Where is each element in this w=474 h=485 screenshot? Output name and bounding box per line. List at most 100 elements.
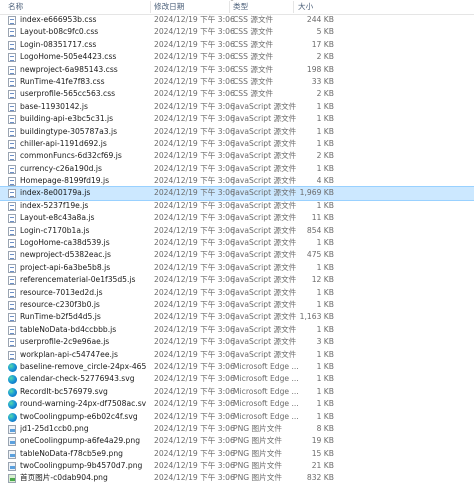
file-row[interactable]: tableNoData-bd4ccbbb.js 2024/12/19 下午 3:0… bbox=[0, 324, 474, 336]
file-size: 198 KB bbox=[306, 64, 334, 74]
file-type: PNG 图片文件 bbox=[233, 436, 282, 446]
file-size: 1 KB bbox=[316, 262, 334, 272]
file-row[interactable]: workplan-api-c54747ee.js 2024/12/19 下午 3:… bbox=[0, 349, 474, 361]
file-modified-date: 2024/12/19 下午 3:06 bbox=[154, 361, 235, 371]
file-type: PNG 图片文件 bbox=[233, 423, 282, 433]
column-divider[interactable] bbox=[293, 1, 294, 13]
file-size: 1 KB bbox=[316, 299, 334, 309]
file-size: 1 KB bbox=[316, 101, 334, 111]
file-row[interactable]: building-api-e3bc5c31.js 2024/12/19 下午 3:… bbox=[0, 113, 474, 125]
file-row[interactable]: 首页图片-c0dab904.png 2024/12/19 下午 3:06 PNG 图… bbox=[0, 472, 474, 484]
file-name: index-e666953b.css bbox=[20, 15, 97, 24]
file-row[interactable]: project-api-6a3be5b8.js 2024/12/19 下午 3:0… bbox=[0, 262, 474, 274]
file-row[interactable]: calendar-check-52776943.svg 2024/12/19 下午… bbox=[0, 373, 474, 385]
file-size: 1 KB bbox=[316, 411, 334, 421]
file-row[interactable]: userprofile-2c9e96ae.js 2024/12/19 下午 3:0… bbox=[0, 336, 474, 348]
column-divider[interactable] bbox=[150, 1, 151, 13]
file-size: 832 KB bbox=[306, 473, 334, 483]
file-name: tableNoData-f78cb5e9.png bbox=[20, 448, 123, 458]
file-name: round-warning-24px-df7508ac.svg bbox=[20, 399, 146, 409]
file-name: index-5237f19e.js bbox=[20, 200, 89, 210]
file-row[interactable]: index-8e00179a.js 2024/12/19 下午 3:06 JavaS… bbox=[0, 186, 474, 201]
file-type: PNG 图片文件 bbox=[233, 448, 282, 458]
file-row[interactable]: Login-c7170b1a.js 2024/12/19 下午 3:06 JavaS… bbox=[0, 225, 474, 237]
file-size: 17 KB bbox=[311, 39, 334, 49]
file-row[interactable]: baseline-remove_circle-24px-465946... 202… bbox=[0, 361, 474, 373]
file-size: 1 KB bbox=[316, 114, 334, 124]
file-name: userprofile-565cc563.css bbox=[20, 89, 116, 99]
js-file-icon bbox=[8, 139, 16, 149]
column-header-type[interactable]: 类型 bbox=[233, 0, 248, 14]
edge-svg-file-icon bbox=[8, 375, 17, 385]
file-type: JavaScript 源文件 bbox=[233, 225, 297, 235]
column-header-size[interactable]: 大小 bbox=[298, 0, 313, 14]
file-row[interactable]: RunTime-b2f5d4d5.js 2024/12/19 下午 3:06 Jav… bbox=[0, 311, 474, 323]
file-row[interactable]: RunTime-41fe7f83.css 2024/12/19 下午 3:06 CS… bbox=[0, 76, 474, 88]
file-modified-date: 2024/12/19 下午 3:06 bbox=[154, 312, 235, 322]
file-row[interactable]: round-warning-24px-df7508ac.svg 2024/12/1… bbox=[0, 398, 474, 410]
png-file-icon bbox=[8, 424, 16, 434]
file-row[interactable]: resource-c230f3b0.js 2024/12/19 下午 3:06 Ja… bbox=[0, 299, 474, 311]
file-row[interactable]: Layout-b08c9fc0.css 2024/12/19 下午 3:06 CSS… bbox=[0, 26, 474, 38]
file-modified-date: 2024/12/19 下午 3:06 bbox=[154, 399, 235, 409]
file-row[interactable]: currency-c26a190d.js 2024/12/19 下午 3:06 Ja… bbox=[0, 163, 474, 175]
file-row[interactable]: LogoHome-ca38d539.js 2024/12/19 下午 3:06 Ja… bbox=[0, 237, 474, 249]
file-row[interactable]: referencematerial-0e1f35d5.js 2024/12/19 … bbox=[0, 274, 474, 286]
file-row[interactable]: tableNoData-f78cb5e9.png 2024/12/19 下午 3:… bbox=[0, 448, 474, 460]
file-type: Microsoft Edge ... bbox=[233, 399, 299, 409]
file-row[interactable]: twoCoolingpump-9b4570d7.png 2024/12/19 下午… bbox=[0, 460, 474, 472]
file-row[interactable]: oneCoolingpump-a6fe4a29.png 2024/12/19 下午… bbox=[0, 435, 474, 447]
css-file-icon bbox=[8, 16, 16, 25]
column-divider[interactable] bbox=[229, 1, 230, 13]
file-row[interactable]: base-11930142.js 2024/12/19 下午 3:06 JavaSc… bbox=[0, 101, 474, 113]
file-row[interactable]: userprofile-565cc563.css 2024/12/19 下午 3:… bbox=[0, 88, 474, 100]
file-type: JavaScript 源文件 bbox=[233, 337, 297, 347]
file-row[interactable]: Login-08351717.css 2024/12/19 下午 3:06 CSS … bbox=[0, 39, 474, 51]
file-list: index-e666953b.css 2024/12/19 下午 3:06 CSS … bbox=[0, 14, 474, 485]
file-size: 8 KB bbox=[316, 423, 334, 433]
file-name: newproject-6a985143.css bbox=[20, 64, 118, 74]
file-type: JavaScript 源文件 bbox=[233, 287, 297, 297]
file-row[interactable]: Homepage-8199fd19.js 2024/12/19 下午 3:06 Ja… bbox=[0, 175, 474, 187]
file-row[interactable]: resource-7013ed2d.js 2024/12/19 下午 3:06 Ja… bbox=[0, 287, 474, 299]
column-header-date[interactable]: 修改日期 bbox=[154, 0, 184, 14]
file-name: RunTime-b2f5d4d5.js bbox=[20, 312, 101, 322]
file-modified-date: 2024/12/19 下午 3:06 bbox=[154, 52, 235, 62]
file-name: Login-c7170b1a.js bbox=[20, 225, 90, 235]
js-file-icon bbox=[8, 127, 16, 137]
file-row[interactable]: index-5237f19e.js 2024/12/19 下午 3:06 JavaS… bbox=[0, 200, 474, 212]
file-row[interactable]: newproject-6a985143.css 2024/12/19 下午 3:0… bbox=[0, 64, 474, 76]
file-type: Microsoft Edge ... bbox=[233, 361, 299, 371]
edge-svg-file-icon bbox=[8, 387, 17, 397]
js-file-icon bbox=[8, 214, 16, 224]
file-size: 12 KB bbox=[311, 275, 334, 285]
file-row[interactable]: buildingtype-305787a3.js 2024/12/19 下午 3:… bbox=[0, 126, 474, 138]
image-file-icon bbox=[8, 474, 16, 484]
file-modified-date: 2024/12/19 下午 3:06 bbox=[154, 39, 235, 49]
js-file-icon bbox=[8, 251, 16, 261]
file-modified-date: 2024/12/19 下午 3:06 bbox=[154, 386, 235, 396]
file-name: currency-c26a190d.js bbox=[20, 163, 102, 173]
file-size: 15 KB bbox=[311, 448, 334, 458]
file-row[interactable]: twoCoolingpump-e6b02c4f.svg 2024/12/19 下午… bbox=[0, 411, 474, 423]
file-name: LogoHome-505e4423.css bbox=[20, 52, 117, 62]
column-header-row: 名称 ⌃ 修改日期 类型 大小 bbox=[0, 0, 474, 15]
file-type: CSS 源文件 bbox=[233, 27, 274, 37]
file-row[interactable]: Layout-e8c43a8a.js 2024/12/19 下午 3:06 Java… bbox=[0, 212, 474, 224]
file-modified-date: 2024/12/19 下午 3:06 bbox=[154, 114, 235, 124]
file-modified-date: 2024/12/19 下午 3:06 bbox=[154, 275, 235, 285]
file-row[interactable]: newproject-d5382eac.js 2024/12/19 下午 3:06… bbox=[0, 249, 474, 261]
file-row[interactable]: RecordIt-bc576979.svg 2024/12/19 下午 3:06 M… bbox=[0, 386, 474, 398]
file-size: 1 KB bbox=[316, 386, 334, 396]
file-name: tableNoData-bd4ccbbb.js bbox=[20, 324, 117, 334]
file-type: JavaScript 源文件 bbox=[233, 114, 297, 124]
file-row[interactable]: jd1-25d1ccb0.png 2024/12/19 下午 3:06 PNG 图片… bbox=[0, 423, 474, 435]
file-row[interactable]: commonFuncs-6d32cf69.js 2024/12/19 下午 3:0… bbox=[0, 150, 474, 162]
file-row[interactable]: index-e666953b.css 2024/12/19 下午 3:06 CSS … bbox=[0, 14, 474, 26]
file-name: commonFuncs-6d32cf69.js bbox=[20, 151, 122, 161]
column-header-name[interactable]: 名称 bbox=[8, 0, 23, 14]
file-name: building-api-e3bc5c31.js bbox=[20, 114, 114, 124]
file-row[interactable]: chiller-api-1191d692.js 2024/12/19 下午 3:0… bbox=[0, 138, 474, 150]
file-row[interactable]: LogoHome-505e4423.css 2024/12/19 下午 3:06 C… bbox=[0, 51, 474, 63]
js-file-icon bbox=[8, 313, 16, 323]
